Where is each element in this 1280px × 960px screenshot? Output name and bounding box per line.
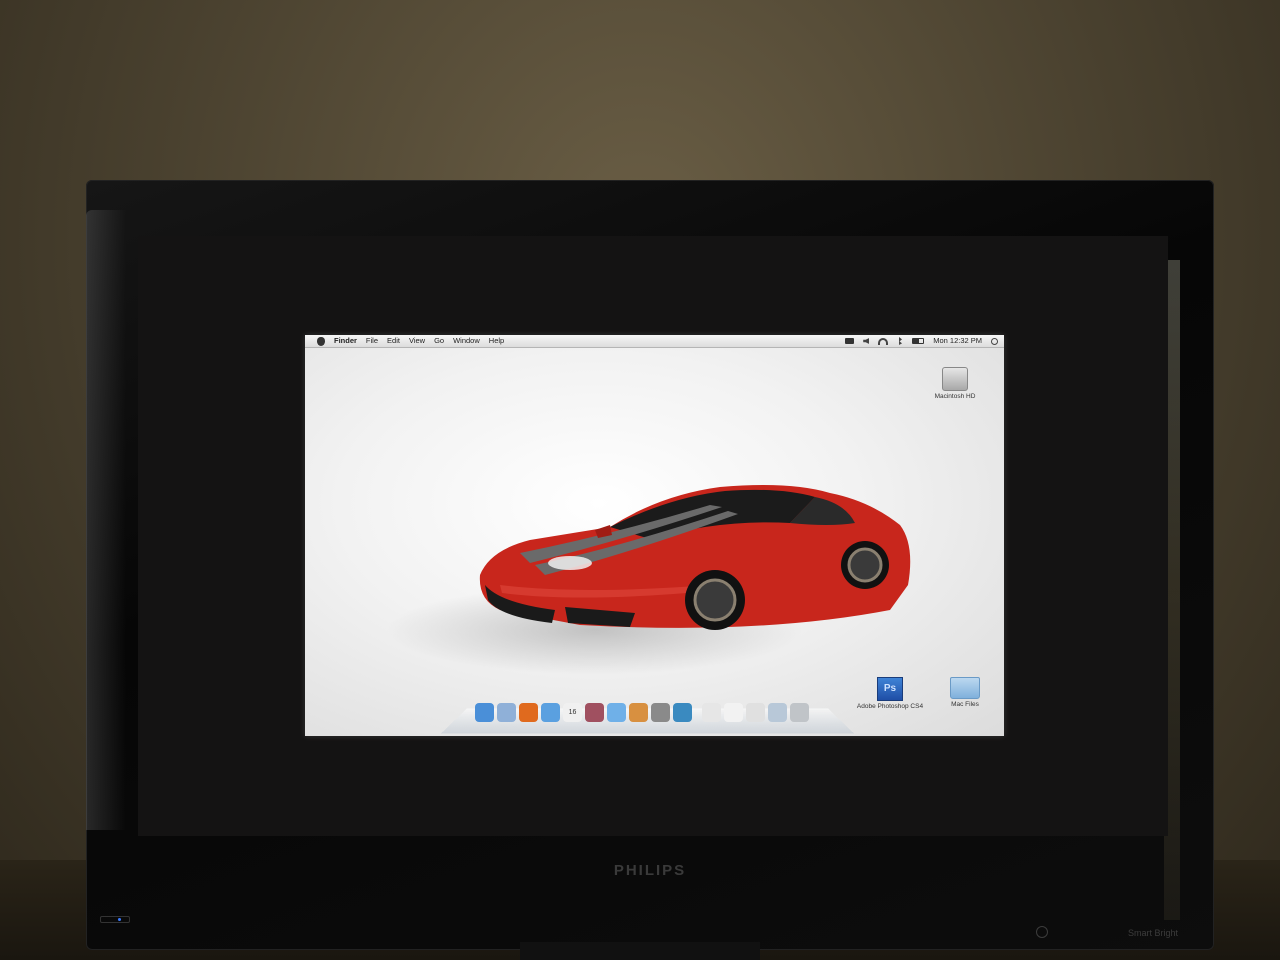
dock-item-itunes-icon[interactable] [607, 703, 626, 722]
hard-drive-icon [942, 367, 968, 391]
desktop-icon-mac-files[interactable]: Mac Files [935, 677, 995, 708]
wallpaper-ferrari-car [479, 485, 911, 630]
display-icon[interactable] [845, 338, 855, 344]
desktop-icon-label: Adobe Photoshop CS4 [856, 703, 924, 710]
dock-item-time-machine-icon[interactable] [673, 703, 692, 722]
car-rear-rim [847, 547, 883, 583]
spotlight-search-icon[interactable] [991, 337, 998, 345]
apple-menu-icon[interactable] [317, 336, 325, 346]
mac-desktop: Finder File Edit View Go Window Help Mon… [305, 335, 1004, 736]
dock-icons: 16 [475, 703, 809, 722]
menu-app-name[interactable]: Finder [334, 335, 357, 347]
desktop-icon-label: Macintosh HD [934, 393, 976, 400]
dock-item-trash-icon[interactable] [790, 703, 809, 722]
model-logo-icon [1036, 926, 1048, 938]
car-front-rim [693, 578, 737, 622]
dock-item-downloads-icon[interactable] [768, 703, 787, 722]
desktop-icon-photoshop[interactable]: Ps Adobe Photoshop CS4 [855, 677, 925, 710]
menu-edit[interactable]: Edit [387, 335, 400, 347]
tv-stand [520, 942, 760, 960]
menu-bar: Finder File Edit View Go Window Help Mon… [305, 335, 1004, 348]
menu-help[interactable]: Help [489, 335, 504, 347]
menu-view[interactable]: View [409, 335, 425, 347]
dock-item-system-preferences-icon[interactable] [651, 703, 670, 722]
photoshop-icon: Ps [877, 677, 903, 701]
battery-icon[interactable] [912, 338, 925, 344]
folder-icon [950, 677, 980, 699]
dock-item-preview-icon[interactable] [585, 703, 604, 722]
power-led-icon[interactable] [100, 916, 130, 923]
sound-icon[interactable] [863, 338, 870, 344]
tv-brand-logo: PHILIPS [613, 862, 687, 879]
menu-go[interactable]: Go [434, 335, 444, 347]
menu-window[interactable]: Window [453, 335, 480, 347]
desktop-icon-macintosh-hd[interactable]: Macintosh HD [925, 367, 985, 400]
bluetooth-icon[interactable] [899, 337, 903, 345]
dock-item-ical-icon[interactable]: 16 [563, 703, 582, 722]
dock-item-document-1-icon[interactable] [702, 703, 721, 722]
bezel-reflection-left [86, 210, 126, 830]
menu-file[interactable]: File [366, 335, 378, 347]
dock-item-document-2-icon[interactable] [724, 703, 743, 722]
menu-clock[interactable]: Mon 12:32 PM [933, 335, 982, 347]
dock-item-finder-icon[interactable] [475, 703, 494, 722]
model-text: Smart Bright [1127, 928, 1178, 938]
car-headlight [548, 556, 592, 570]
wifi-icon[interactable] [878, 337, 889, 345]
dock-item-document-3-icon[interactable] [746, 703, 765, 722]
dock-item-mail-icon[interactable] [497, 703, 516, 722]
dock-item-firefox-icon[interactable] [519, 703, 538, 722]
dock-item-iphoto-icon[interactable] [629, 703, 648, 722]
dock-item-safari-icon[interactable] [541, 703, 560, 722]
desktop-icon-label: Mac Files [951, 701, 979, 708]
